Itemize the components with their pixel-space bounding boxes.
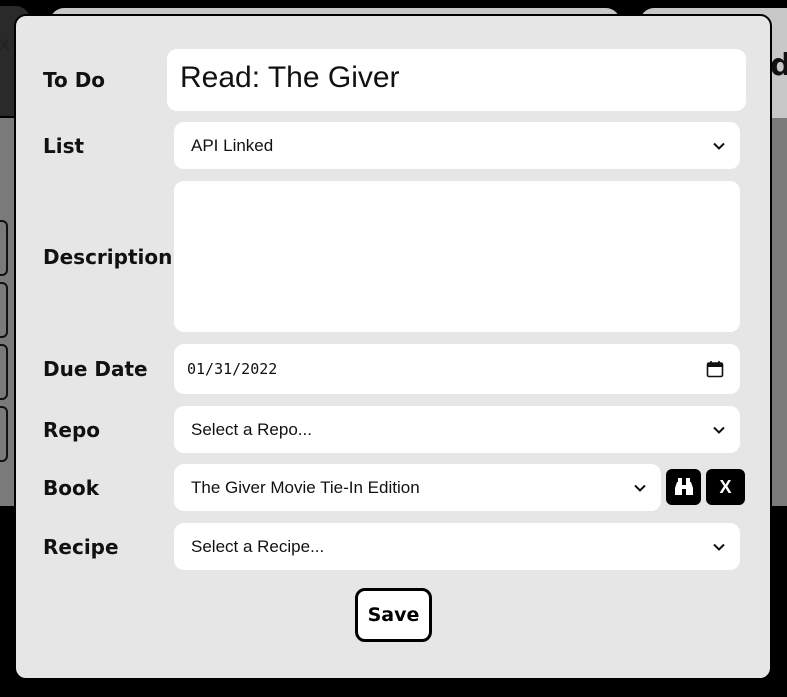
recipe-select-value: Select a Recipe...	[191, 536, 325, 556]
binoculars-icon	[674, 478, 693, 495]
list-label: List	[43, 134, 85, 158]
background-item	[0, 282, 8, 338]
chevron-down-icon	[634, 484, 646, 492]
due-date-value: 01/31/2022	[187, 360, 278, 378]
chevron-down-icon	[713, 426, 725, 434]
due-date-input[interactable]: 01/31/2022	[174, 344, 740, 394]
book-clear-button[interactable]: X	[706, 469, 745, 505]
recipe-label: Recipe	[43, 535, 119, 559]
todo-input[interactable]: Read: The Giver	[167, 49, 746, 111]
background-text: x	[0, 32, 12, 57]
background-item	[0, 220, 8, 276]
repo-label: Repo	[43, 418, 101, 442]
list-select[interactable]: API Linked	[174, 122, 740, 169]
background-item	[0, 344, 8, 400]
book-label: Book	[43, 476, 100, 500]
list-select-value: API Linked	[191, 135, 274, 155]
background-text: d	[770, 48, 787, 83]
description-label: Description	[43, 245, 173, 269]
book-select-value: The Giver Movie Tie-In Edition	[191, 477, 420, 497]
calendar-icon[interactable]	[706, 360, 724, 378]
chevron-down-icon	[713, 543, 725, 551]
repo-select[interactable]: Select a Repo...	[174, 406, 740, 453]
book-select[interactable]: The Giver Movie Tie-In Edition	[174, 464, 661, 511]
background-item	[0, 406, 8, 462]
book-search-button[interactable]	[666, 469, 701, 505]
description-textarea[interactable]	[174, 181, 740, 332]
due-date-label: Due Date	[43, 357, 148, 381]
recipe-select[interactable]: Select a Recipe...	[174, 523, 740, 570]
save-button[interactable]: Save	[355, 588, 432, 642]
todo-label: To Do	[43, 68, 106, 92]
chevron-down-icon	[713, 142, 725, 150]
edit-todo-modal: To Do Read: The Giver List API Linked De…	[14, 14, 772, 680]
repo-select-value: Select a Repo...	[191, 419, 312, 439]
